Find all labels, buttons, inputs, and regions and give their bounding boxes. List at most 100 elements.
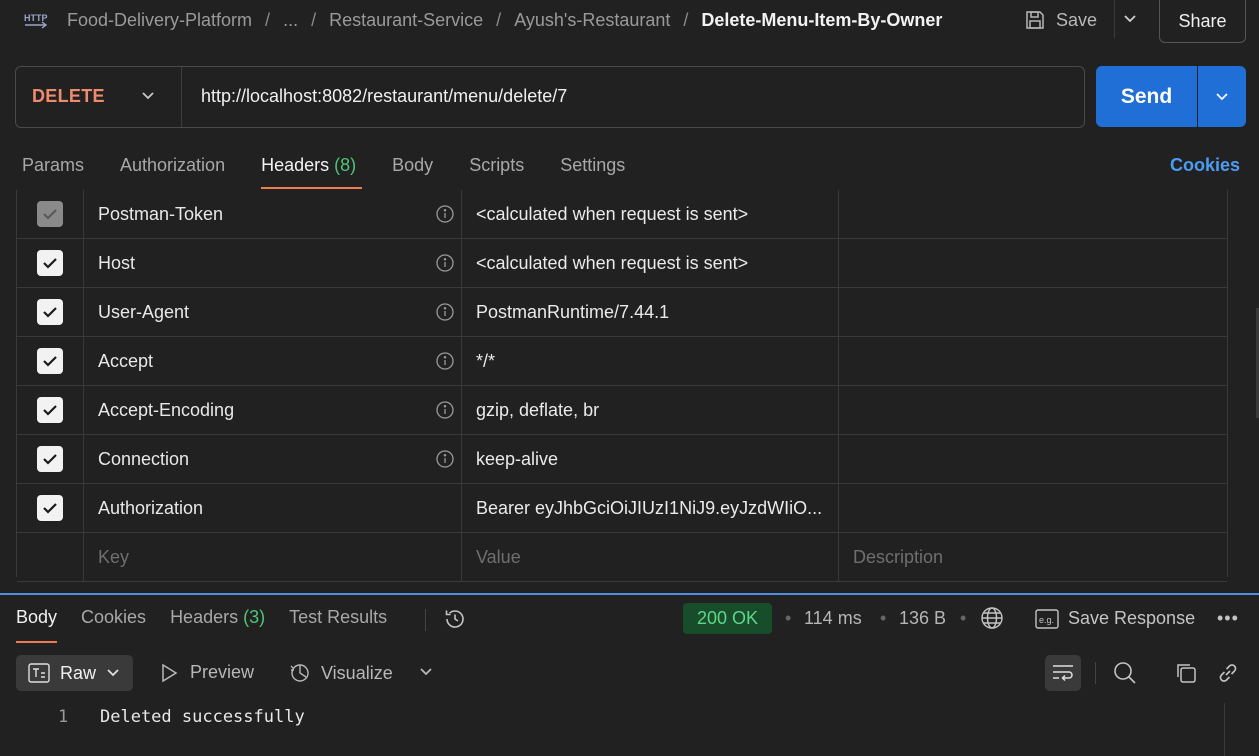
divider xyxy=(425,609,426,631)
info-icon[interactable] xyxy=(435,253,455,273)
info-icon[interactable] xyxy=(435,351,455,371)
breadcrumb-separator: / xyxy=(683,9,689,30)
breadcrumb-item-folder[interactable]: Ayush's-Restaurant xyxy=(514,10,670,31)
tab-body[interactable]: Body xyxy=(392,155,433,189)
response-size[interactable]: 136 B xyxy=(899,608,946,629)
tab-response-headers[interactable]: Headers (3) xyxy=(170,607,265,643)
header-description[interactable] xyxy=(839,484,1227,532)
header-key[interactable]: Connection xyxy=(98,449,189,470)
chevron-down-icon[interactable] xyxy=(140,88,156,104)
save-dropdown-button[interactable] xyxy=(1114,0,1144,38)
http-method-select[interactable]: DELETE xyxy=(32,86,105,107)
chevron-down-icon[interactable] xyxy=(418,664,434,680)
header-key[interactable]: Host xyxy=(98,253,135,274)
header-enabled-checkbox[interactable] xyxy=(37,348,63,374)
tab-params[interactable]: Params xyxy=(22,155,84,189)
header-value[interactable]: Bearer eyJhbGciOiJIUzI1NiJ9.eyJzdWIiO... xyxy=(462,484,839,532)
header-description[interactable] xyxy=(839,386,1227,434)
wrap-icon xyxy=(1051,663,1075,683)
preview-button[interactable]: Preview xyxy=(160,662,254,683)
header-enabled-checkbox[interactable] xyxy=(37,397,63,423)
header-key[interactable]: Accept-Encoding xyxy=(98,400,234,421)
preview-label: Preview xyxy=(190,662,255,682)
info-icon[interactable] xyxy=(435,204,455,224)
tab-response-body[interactable]: Body xyxy=(16,607,58,643)
tab-response-cookies[interactable]: Cookies xyxy=(81,607,146,643)
header-value[interactable]: gzip, deflate, br xyxy=(462,386,839,434)
tab-test-results[interactable]: Test Results xyxy=(289,607,387,643)
table-row: Accept */* xyxy=(17,337,1227,386)
save-button[interactable]: Save xyxy=(1024,5,1097,35)
new-value-input[interactable]: Value xyxy=(462,533,839,581)
line-number: 1 xyxy=(58,707,69,727)
new-key-input[interactable]: Key xyxy=(84,533,462,581)
visualize-icon xyxy=(289,662,311,684)
header-enabled-checkbox[interactable] xyxy=(37,495,63,521)
response-body-text[interactable]: Deleted successfully xyxy=(100,707,305,727)
new-description-input[interactable]: Description xyxy=(839,533,1227,581)
send-dropdown-button[interactable] xyxy=(1198,66,1246,127)
breadcrumb-separator: / xyxy=(311,9,317,30)
response-time[interactable]: 114 ms xyxy=(804,608,862,629)
header-enabled-checkbox[interactable] xyxy=(37,299,63,325)
header-enabled-checkbox[interactable] xyxy=(37,201,63,227)
pane-divider[interactable] xyxy=(0,593,1259,595)
request-tabs: Params Authorization Headers (8) Body Sc… xyxy=(22,155,661,191)
scrollbar[interactable] xyxy=(1224,703,1225,756)
tab-scripts[interactable]: Scripts xyxy=(469,155,524,189)
status-badge[interactable]: 200 OK xyxy=(683,603,772,634)
header-key[interactable]: Accept xyxy=(98,351,153,372)
response-headers-count: (3) xyxy=(243,607,266,627)
url-input[interactable]: http://localhost:8082/restaurant/menu/de… xyxy=(201,86,567,107)
visualize-button[interactable]: Visualize xyxy=(289,662,393,684)
info-icon[interactable] xyxy=(435,302,455,322)
send-button[interactable]: Send xyxy=(1096,66,1197,127)
info-icon[interactable] xyxy=(435,400,455,420)
more-options-icon[interactable]: ••• xyxy=(1217,608,1239,629)
header-value[interactable]: PostmanRuntime/7.44.1 xyxy=(462,288,839,336)
header-value[interactable]: <calculated when request is sent> xyxy=(462,190,839,238)
headers-count: (8) xyxy=(334,155,357,175)
header-value[interactable]: keep-alive xyxy=(462,435,839,483)
chevron-down-icon xyxy=(106,668,120,678)
info-icon[interactable] xyxy=(435,449,455,469)
search-icon[interactable] xyxy=(1112,660,1138,686)
header-key[interactable]: Postman-Token xyxy=(98,204,223,225)
header-description[interactable] xyxy=(839,337,1227,385)
copy-icon[interactable] xyxy=(1174,661,1198,685)
header-key[interactable]: Authorization xyxy=(98,498,203,519)
globe-icon[interactable] xyxy=(980,606,1004,630)
link-icon[interactable] xyxy=(1216,661,1240,685)
history-icon[interactable] xyxy=(443,607,467,631)
svg-text:HTTP: HTTP xyxy=(24,13,48,23)
chevron-down-icon xyxy=(1214,91,1230,103)
share-button[interactable]: Share xyxy=(1159,0,1246,43)
tab-settings[interactable]: Settings xyxy=(560,155,625,189)
header-value[interactable]: */* xyxy=(462,337,839,385)
tab-headers[interactable]: Headers (8) xyxy=(261,155,363,189)
header-description[interactable] xyxy=(839,288,1227,336)
table-row: Authorization Bearer eyJhbGciOiJIUzI1NiJ… xyxy=(17,484,1227,533)
request-title[interactable]: Delete-Menu-Item-By-Owner xyxy=(701,10,942,31)
tab-authorization[interactable]: Authorization xyxy=(120,155,225,189)
separator-dot: • xyxy=(880,608,887,628)
wrap-lines-button[interactable] xyxy=(1045,655,1081,691)
breadcrumb-item-workspace[interactable]: Food-Delivery-Platform xyxy=(67,10,252,31)
table-row: Host <calculated when request is sent> xyxy=(17,239,1227,288)
header-description[interactable] xyxy=(839,435,1227,483)
table-row: User-Agent PostmanRuntime/7.44.1 xyxy=(17,288,1227,337)
header-key[interactable]: User-Agent xyxy=(98,302,189,323)
header-description[interactable] xyxy=(839,190,1227,238)
header-value[interactable]: <calculated when request is sent> xyxy=(462,239,839,287)
cookies-link[interactable]: Cookies xyxy=(1170,155,1240,176)
header-enabled-checkbox[interactable] xyxy=(37,446,63,472)
breadcrumb-item-service[interactable]: Restaurant-Service xyxy=(329,10,483,31)
breadcrumb-item-ellipsis[interactable]: ... xyxy=(283,10,298,31)
header-description[interactable] xyxy=(839,239,1227,287)
format-select[interactable]: Raw xyxy=(16,655,133,691)
chevron-down-icon xyxy=(1123,14,1137,24)
tab-headers-label: Headers xyxy=(261,155,330,175)
header-enabled-checkbox[interactable] xyxy=(37,250,63,276)
example-icon[interactable]: e.g. xyxy=(1035,609,1059,629)
save-response-button[interactable]: Save Response xyxy=(1068,608,1195,629)
